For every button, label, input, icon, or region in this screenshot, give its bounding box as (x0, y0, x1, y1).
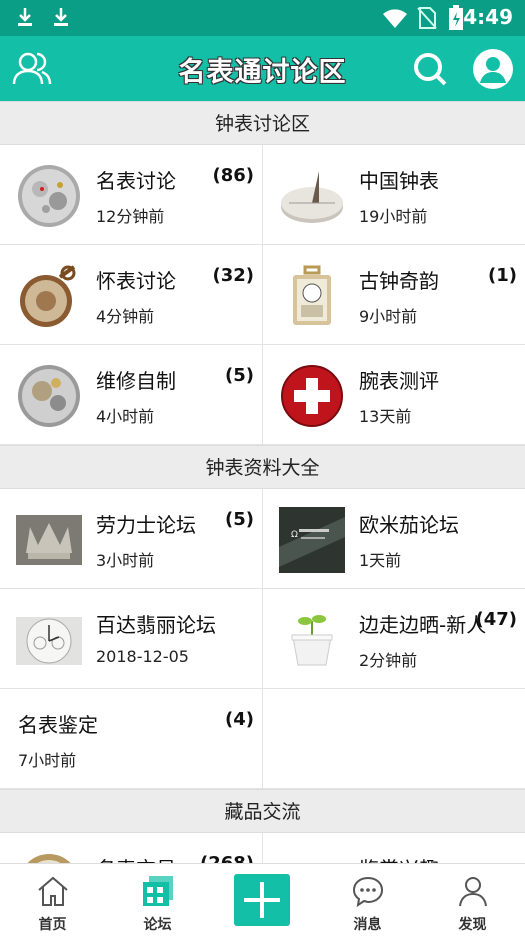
forum-item[interactable]: 古钟奇韵 9小时前 (1) (263, 245, 525, 344)
forum-item[interactable]: 劳力士论坛 3小时前 (5) (0, 489, 263, 588)
forum-updated: 7小时前 (18, 751, 77, 770)
watch-movement-image (18, 165, 80, 227)
forum-row: 劳力士论坛 3小时前 (5) Ω 欧米茄论坛 1天前 (0, 489, 525, 589)
forum-row: 维修自制 4小时前 (5) 腕表测评 13天前 (0, 345, 525, 445)
section-header: 钟表讨论区 (0, 101, 525, 145)
forum-count: (1) (488, 265, 517, 286)
forum-updated: 2018-12-05 (96, 647, 189, 666)
forum-updated: 2分钟前 (359, 651, 418, 670)
status-bar: 4:49 (0, 0, 525, 36)
forum-item[interactable]: 名表讨论 12分钟前 (86) (0, 145, 263, 244)
chat-bubble-icon (352, 876, 384, 908)
forum-row: 百达翡丽论坛 2018-12-05 边走边晒-新人 2分钟前 (47) (0, 589, 525, 689)
forum-item[interactable]: 维修自制 4小时前 (5) (0, 345, 263, 444)
add-post-button[interactable] (234, 874, 290, 926)
tab-label: 论坛 (143, 917, 172, 933)
download-icon (54, 8, 68, 26)
forum-name: 腕表测评 (359, 369, 439, 393)
rolex-crown-image (16, 515, 82, 565)
forum-updated: 1天前 (359, 551, 402, 570)
forum-count: (86) (212, 165, 254, 186)
tab-home[interactable]: 首页 (0, 864, 105, 936)
section-header: 钟表资料大全 (0, 445, 525, 489)
forum-row: 怀表讨论 4分钟前 (32) 古钟奇韵 9小时前 (1) (0, 245, 525, 345)
person-icon (459, 877, 487, 907)
empty-cell (263, 689, 525, 788)
forum-count: (32) (212, 265, 254, 286)
forum-grid-icon (143, 876, 173, 906)
forum-updated: 4小时前 (96, 407, 155, 426)
forum-item[interactable]: 腕表测评 13天前 (263, 345, 525, 444)
forum-item[interactable]: 怀表讨论 4分钟前 (32) (0, 245, 263, 344)
forum-name: 边走边晒-新人 (359, 613, 487, 637)
battery-icon (449, 5, 463, 30)
gear-movement-image (18, 365, 80, 427)
tab-forum[interactable]: 论坛 (105, 864, 210, 936)
svg-text:Ω: Ω (291, 530, 298, 540)
forum-updated: 13天前 (359, 407, 412, 426)
forum-item[interactable]: 百达翡丽论坛 2018-12-05 (0, 589, 263, 688)
forum-name: 古钟奇韵 (359, 269, 439, 293)
forum-item[interactable]: 名表鉴定 7小时前 (4) (0, 689, 263, 788)
tab-messages[interactable]: 消息 (315, 864, 420, 936)
forum-name: 怀表讨论 (96, 269, 176, 293)
forum-updated: 12分钟前 (96, 207, 165, 226)
download-icon (18, 8, 32, 26)
forum-count: (5) (225, 365, 254, 386)
clock: 4:49 (463, 5, 513, 29)
forum-updated: 9小时前 (359, 307, 418, 326)
forum-updated: 3小时前 (96, 551, 155, 570)
forum-name: 百达翡丽论坛 (96, 613, 216, 637)
plus-icon (244, 882, 280, 918)
profile-icon[interactable] (471, 47, 515, 91)
forum-item[interactable]: 边走边晒-新人 2分钟前 (47) (263, 589, 525, 688)
home-icon (38, 876, 68, 906)
forum-row: 名表讨论 12分钟前 (86) 中国钟表 19小时前 (0, 145, 525, 245)
tab-discover[interactable]: 发现 (420, 864, 525, 936)
tab-label: 发现 (458, 917, 487, 933)
sundial-image (281, 171, 343, 223)
search-icon[interactable] (412, 51, 448, 87)
patek-dial-image (16, 617, 82, 665)
pocket-watch-image (20, 265, 76, 327)
wifi-icon (383, 9, 407, 28)
forum-count: (5) (225, 509, 254, 530)
sprout-pot-image (291, 615, 333, 666)
forum-count: (47) (475, 609, 517, 630)
forum-updated: 19小时前 (359, 207, 428, 226)
forum-item[interactable]: 中国钟表 19小时前 (263, 145, 525, 244)
omega-dial-image: Ω (279, 507, 345, 573)
forum-item[interactable]: Ω 欧米茄论坛 1天前 (263, 489, 525, 588)
forum-updated: 4分钟前 (96, 307, 155, 326)
forum-count: (4) (225, 709, 254, 730)
no-sim-icon (417, 7, 437, 29)
forum-name: 名表讨论 (96, 169, 176, 193)
forum-name: 维修自制 (96, 369, 176, 393)
section-header: 藏品交流 (0, 789, 525, 833)
tab-label: 消息 (353, 917, 382, 933)
carriage-clock-image (293, 265, 331, 325)
forum-row: 名表鉴定 7小时前 (4) (0, 689, 525, 789)
forum-name: 劳力士论坛 (96, 513, 196, 537)
forum-name: 中国钟表 (359, 169, 439, 193)
bottom-tab-bar: 首页 论坛 消息 发现 (0, 863, 525, 936)
forum-name: 名表鉴定 (18, 713, 98, 737)
swiss-cross-image (281, 365, 343, 427)
app-bar: 名表通讨论区 (0, 36, 525, 101)
forum-name: 欧米茄论坛 (359, 513, 459, 537)
tab-label: 首页 (38, 917, 67, 933)
